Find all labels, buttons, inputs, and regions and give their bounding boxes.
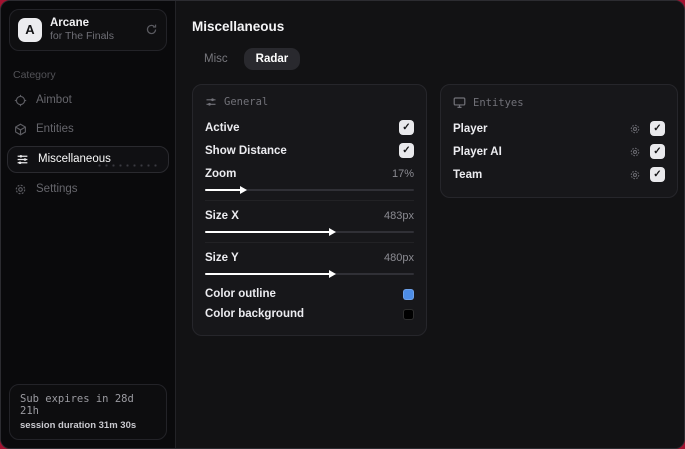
- toggle-row-show-distance: Show Distance ✓: [205, 139, 414, 162]
- zoom-slider-group: Zoom 17%: [205, 164, 414, 194]
- sidebar-item-aimbot[interactable]: Aimbot: [1, 87, 175, 114]
- gear-icon[interactable]: [629, 169, 641, 181]
- tab-misc[interactable]: Misc: [192, 48, 240, 70]
- active-checkbox[interactable]: ✓: [399, 120, 414, 135]
- entities-panel-header: Entityes: [453, 96, 665, 109]
- app-window: A Arcane for The Finals Category Aimbot: [0, 0, 685, 449]
- color-label: Color outline: [205, 288, 276, 300]
- gear-icon: [14, 183, 27, 196]
- entities-panel: Entityes Player ✓ Player AI ✓ Team ✓: [440, 84, 678, 198]
- entity-label: Player AI: [453, 145, 502, 158]
- cube-icon: [14, 123, 27, 136]
- sidebar-item-miscellaneous[interactable]: Miscellaneous: [7, 145, 169, 173]
- session-duration-text: session duration 31m 30s: [20, 420, 137, 431]
- page-title: Miscellaneous: [192, 19, 285, 34]
- dots-decoration: [96, 161, 158, 169]
- slider-thumb[interactable]: [239, 186, 247, 194]
- sidebar-item-settings[interactable]: Settings: [1, 176, 175, 203]
- entity-label: Team: [453, 168, 483, 181]
- sliders-small-icon: [205, 96, 217, 108]
- color-outline-row: Color outline: [205, 284, 414, 304]
- slider-label: Size X: [205, 209, 239, 222]
- slider-value: 17%: [391, 167, 414, 180]
- sidebar-item-label: Settings: [36, 183, 78, 195]
- divider: [205, 200, 414, 201]
- gear-icon[interactable]: [629, 123, 641, 135]
- sidebar: A Arcane for The Finals Category Aimbot: [1, 1, 176, 448]
- entity-row-player-ai: Player AI ✓: [453, 140, 665, 163]
- gear-icon[interactable]: [629, 146, 641, 158]
- slider-value: 480px: [384, 251, 414, 264]
- size-x-slider-group: Size X 483px: [205, 206, 414, 236]
- slider-value: 483px: [384, 209, 414, 222]
- size-x-slider[interactable]: [205, 228, 414, 236]
- tab-bar: Misc Radar: [192, 48, 678, 70]
- color-label: Color background: [205, 308, 305, 320]
- brand-subtitle: for The Finals: [50, 30, 114, 43]
- crosshair-icon: [14, 94, 27, 107]
- brand-logo: A: [18, 17, 42, 42]
- brand-card: A Arcane for The Finals: [9, 9, 167, 51]
- slider-label: Zoom: [205, 167, 237, 180]
- entity-row-player: Player ✓: [453, 117, 665, 140]
- sidebar-item-label: Entities: [36, 123, 74, 135]
- team-checkbox[interactable]: ✓: [650, 167, 665, 182]
- color-background-swatch[interactable]: [403, 308, 414, 320]
- player-checkbox[interactable]: ✓: [650, 121, 665, 136]
- main-content: Miscellaneous Misc Radar General Active …: [176, 1, 684, 448]
- slider-thumb[interactable]: [329, 270, 337, 278]
- category-label: Category: [13, 68, 56, 81]
- sidebar-item-entities[interactable]: Entities: [1, 116, 175, 143]
- general-panel-header: General: [205, 96, 414, 108]
- subscription-card: Sub expires in 28d 21h session duration …: [9, 384, 167, 440]
- tab-radar[interactable]: Radar: [243, 48, 301, 70]
- size-y-slider-group: Size Y 480px: [205, 248, 414, 278]
- toggle-label: Active: [205, 121, 240, 134]
- general-panel: General Active ✓ Show Distance ✓ Zoom 17…: [192, 84, 427, 336]
- sidebar-nav: Aimbot Entities Miscellaneous Settings: [1, 87, 175, 203]
- sliders-icon: [16, 153, 29, 166]
- toggle-row-active: Active ✓: [205, 116, 414, 139]
- monitor-icon: [453, 96, 466, 109]
- player-ai-checkbox[interactable]: ✓: [650, 144, 665, 159]
- slider-thumb[interactable]: [329, 228, 337, 236]
- panels-row: General Active ✓ Show Distance ✓ Zoom 17…: [192, 84, 678, 336]
- color-background-row: Color background: [205, 304, 414, 324]
- entity-row-team: Team ✓: [453, 163, 665, 186]
- color-outline-swatch[interactable]: [403, 288, 414, 300]
- zoom-slider[interactable]: [205, 186, 414, 194]
- entities-panel-title: Entityes: [473, 96, 524, 109]
- brand-title: Arcane: [50, 17, 89, 29]
- toggle-label: Show Distance: [205, 144, 287, 157]
- show-distance-checkbox[interactable]: ✓: [399, 143, 414, 158]
- slider-label: Size Y: [205, 251, 239, 264]
- refresh-icon[interactable]: [145, 23, 158, 36]
- sidebar-item-label: Aimbot: [36, 94, 72, 106]
- brand-text: Arcane for The Finals: [50, 16, 137, 44]
- entity-label: Player: [453, 122, 488, 135]
- size-y-slider[interactable]: [205, 270, 414, 278]
- divider: [205, 242, 414, 243]
- sub-expiry-text: Sub expires in 28d 21h: [20, 393, 134, 417]
- general-panel-title: General: [224, 96, 269, 108]
